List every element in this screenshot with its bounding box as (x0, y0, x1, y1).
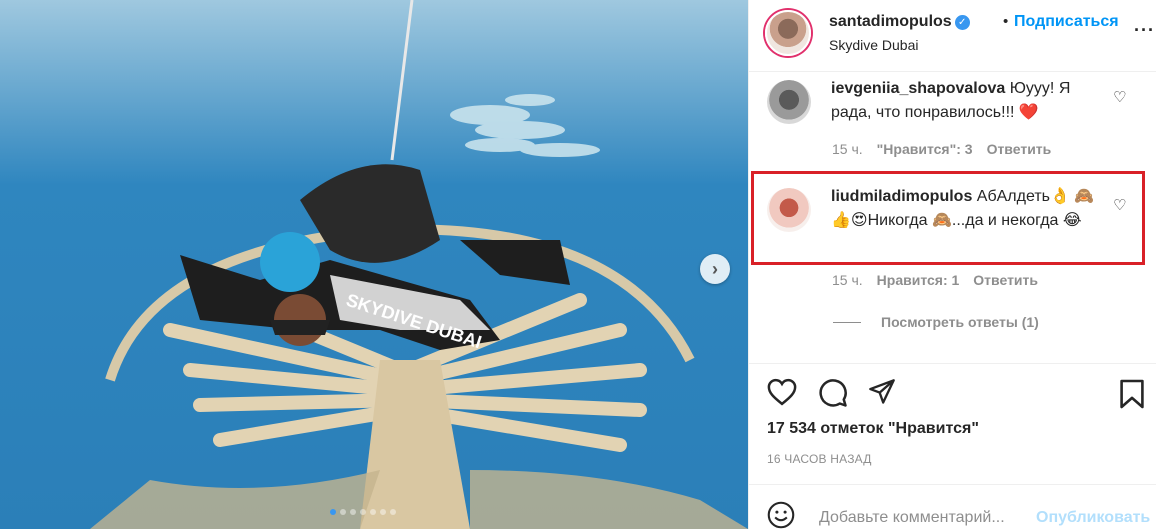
reply-button[interactable]: Ответить (973, 272, 1038, 288)
author-avatar[interactable] (765, 10, 811, 56)
more-options-icon[interactable]: ··· (1134, 20, 1155, 41)
view-replies-label[interactable]: Посмотреть ответы (1) (881, 314, 1039, 330)
comment-meta: 15 ч. "Нравится": 3 Ответить (832, 141, 1051, 157)
carousel-dot (350, 509, 356, 515)
comment-likes[interactable]: "Нравится": 3 (877, 141, 973, 157)
carousel-dot (330, 509, 336, 515)
commenter-avatar[interactable] (767, 80, 811, 124)
next-photo-button[interactable]: › (700, 254, 730, 284)
like-heart-icon[interactable] (767, 378, 797, 406)
skydive-photo-illustration: SKYDIVE DUBAI (0, 0, 748, 529)
post-timestamp[interactable]: 16 ЧАСОВ НАЗАД (767, 452, 872, 466)
comment-time[interactable]: 15 ч. (832, 141, 863, 157)
emoji-icon[interactable] (767, 501, 795, 529)
carousel-dots (330, 509, 396, 515)
like-comment-heart-icon[interactable]: ♡ (1113, 88, 1126, 106)
verified-badge-icon: ✓ (954, 15, 970, 30)
view-replies[interactable]: Посмотреть ответы (1) (833, 314, 1039, 330)
carousel-dot (380, 509, 386, 515)
post-header: santadimopulos ✓ • Подписаться Skydive Du… (749, 0, 1156, 72)
comment-time[interactable]: 15 ч. (832, 272, 863, 288)
reply-button[interactable]: Ответить (987, 141, 1052, 157)
comment-likes[interactable]: Нравится: 1 (877, 272, 960, 288)
comment-meta: 15 ч. Нравится: 1 Ответить (832, 272, 1038, 288)
location-link[interactable]: Skydive Dubai (829, 37, 919, 53)
author-username[interactable]: santadimopulos ✓ (829, 13, 970, 31)
author-username-text: santadimopulos (829, 13, 952, 30)
comment-body: liudmiladimopulos АбАлдеть👌 🙈👍😍Никогда 🙈… (831, 185, 1096, 233)
comment-icon[interactable] (818, 378, 848, 408)
comment-body: ievgeniia_shapovalova Юууу! Я рада, что … (831, 77, 1096, 125)
comment-input[interactable]: Добавьте комментарий... (819, 509, 1019, 527)
carousel-dot (340, 509, 346, 515)
separator-dot: • (1003, 13, 1009, 30)
commenter-avatar[interactable] (767, 188, 811, 232)
chevron-right-icon: › (712, 258, 718, 279)
follow-button[interactable]: Подписаться (1014, 13, 1119, 31)
add-comment-bar: Добавьте комментарий... Опубликовать (749, 484, 1156, 529)
like-comment-heart-icon[interactable]: ♡ (1113, 196, 1126, 214)
commenter-username[interactable]: liudmiladimopulos (831, 188, 972, 205)
carousel-dot (360, 509, 366, 515)
carousel-dot (390, 509, 396, 515)
commenter-username[interactable]: ievgeniia_shapovalova (831, 80, 1005, 97)
carousel-dot (370, 509, 376, 515)
post-photo: SKYDIVE DUBAI › (0, 0, 748, 529)
share-icon[interactable] (867, 378, 897, 406)
save-bookmark-icon[interactable] (1119, 378, 1145, 410)
likes-count[interactable]: 17 534 отметок "Нравится" (767, 420, 979, 438)
publish-button[interactable]: Опубликовать (1036, 509, 1150, 527)
replies-divider (833, 321, 861, 323)
post-side-panel: santadimopulos ✓ • Подписаться Skydive Du… (748, 0, 1156, 529)
